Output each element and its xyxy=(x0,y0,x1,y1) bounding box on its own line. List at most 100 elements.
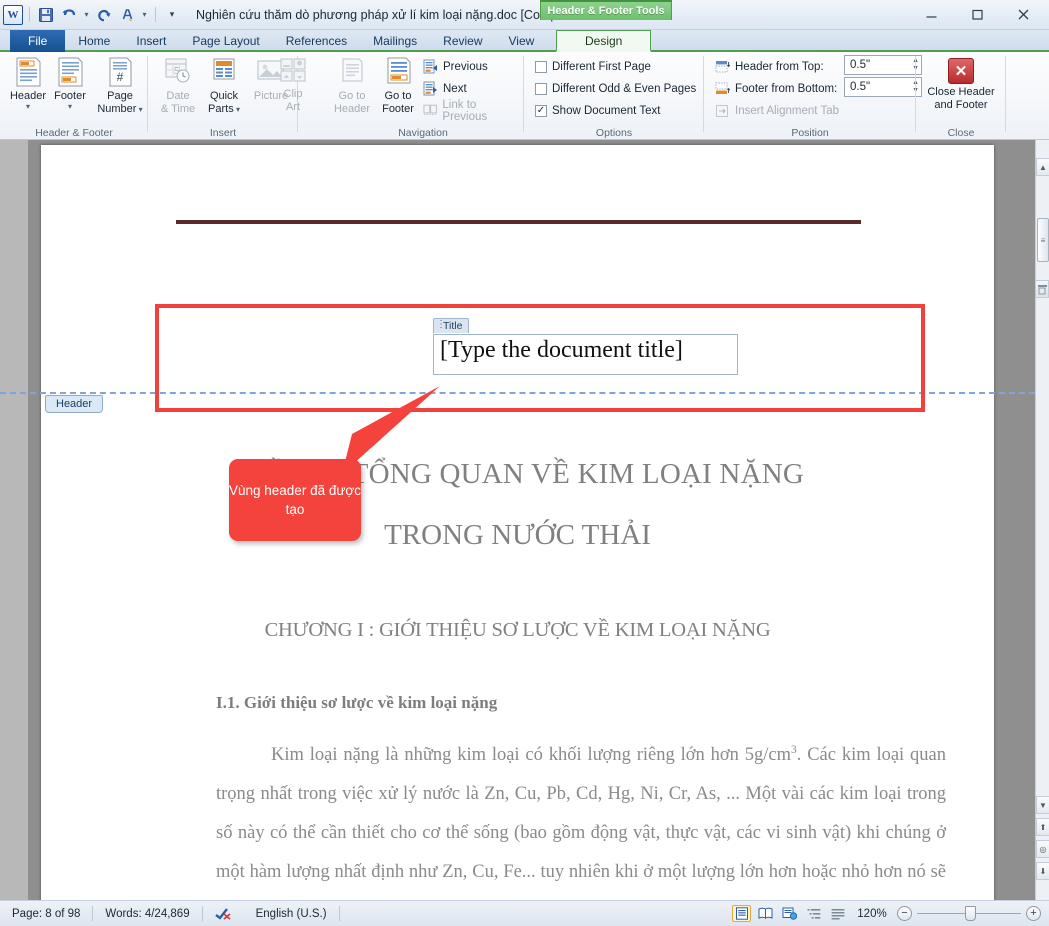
previous-button[interactable]: Previous xyxy=(420,57,491,76)
qat-divider-2 xyxy=(155,7,156,22)
select-browse-object-button[interactable]: ◎ xyxy=(1036,840,1049,858)
customize-qat-icon[interactable]: ▾ xyxy=(162,5,182,25)
document-page[interactable]: Title [Type the document title] PHẦN I :… xyxy=(41,145,994,910)
header-from-top-icon xyxy=(715,60,730,72)
group-label-navigation: Navigation xyxy=(398,127,448,139)
zoom-level-label[interactable]: 120% xyxy=(852,908,892,920)
tab-file[interactable]: File xyxy=(10,30,66,52)
zoom-slider-thumb[interactable] xyxy=(965,906,976,921)
format-painter-icon[interactable] xyxy=(117,5,137,25)
contextual-tab-group-label: Header & Footer Tools xyxy=(540,0,672,20)
header-from-top-row: Header from Top: xyxy=(712,57,827,76)
insert-alignment-tab-label: Insert Alignment Tab xyxy=(735,104,839,117)
tab-references[interactable]: References xyxy=(273,30,360,52)
annotation-callout-text: Vùng header đã được tạo xyxy=(229,483,361,517)
date-time-label-line2: & Time xyxy=(160,102,196,115)
vertical-scrollbar[interactable]: ▲ ≡ ▼ ⬆ ◎ ⬇ xyxy=(1035,140,1049,910)
draft-view-button[interactable] xyxy=(828,905,847,922)
scroll-down-button[interactable]: ▼ xyxy=(1036,796,1049,814)
insert-alignment-tab-button[interactable]: Insert Alignment Tab xyxy=(712,101,842,120)
next-page-button[interactable]: ⬇ xyxy=(1036,862,1049,880)
header-from-top-stepper[interactable]: 0.5" ▲ ▼ xyxy=(844,55,922,75)
tab-home[interactable]: Home xyxy=(65,30,123,52)
print-layout-view-button[interactable] xyxy=(732,905,751,922)
close-label-line1: Close Header xyxy=(927,86,995,98)
page-number-dropdown-icon[interactable]: ▾ xyxy=(136,105,143,114)
status-proofing-errors[interactable] xyxy=(203,905,244,923)
footer-from-bottom-value: 0.5" xyxy=(850,81,871,93)
different-first-page-checkbox[interactable] xyxy=(535,60,547,73)
maximize-button[interactable] xyxy=(955,2,999,26)
show-document-text-option[interactable]: ✓ Show Document Text xyxy=(532,101,663,120)
page-number-label-line1: Page xyxy=(107,90,133,102)
different-first-page-option[interactable]: Different First Page xyxy=(532,57,654,76)
tab-mailings[interactable]: Mailings xyxy=(360,30,430,52)
scroll-up-button[interactable]: ▲ xyxy=(1036,158,1049,176)
web-layout-view-button[interactable] xyxy=(780,905,799,922)
go-to-header-button[interactable]: Go to Header xyxy=(326,56,378,115)
clip-art-button[interactable]: Clip Art xyxy=(267,56,319,113)
quick-parts-button[interactable]: Quick Parts ▾ xyxy=(198,56,250,115)
previous-page-button[interactable]: ⬆ xyxy=(1036,818,1049,836)
go-to-footer-line1: Go to xyxy=(384,90,412,102)
save-icon[interactable] xyxy=(36,5,56,25)
svg-text:#: # xyxy=(117,70,124,84)
clip-art-label-line1: Clip xyxy=(283,88,303,100)
ribbon-group-close: ✕ Close Header and Footer Close xyxy=(916,52,1006,140)
group-separator-6 xyxy=(1005,56,1006,132)
different-first-page-label: Different First Page xyxy=(552,60,651,73)
ribbon-group-insert-clipart: Clip Art xyxy=(265,52,321,140)
undo-dropdown-icon[interactable]: ▾ xyxy=(82,5,91,25)
go-to-footer-line2: Footer xyxy=(382,102,414,115)
quick-parts-dropdown-icon[interactable]: ▾ xyxy=(234,105,240,114)
full-screen-reading-view-button[interactable] xyxy=(756,905,775,922)
tab-insert[interactable]: Insert xyxy=(123,30,179,52)
header-from-top-value: 0.5" xyxy=(850,59,871,71)
tab-view[interactable]: View xyxy=(496,30,548,52)
ribbon-group-position: Header from Top: 0.5" ▲ ▼ Footer fro xyxy=(704,52,922,140)
zoom-in-button[interactable]: + xyxy=(1026,906,1041,921)
insert-alignment-tab-icon xyxy=(716,104,728,117)
date-time-button-label: Date & Time xyxy=(152,90,204,115)
tab-design[interactable]: Design xyxy=(556,30,652,52)
status-bar-right: 120% − + xyxy=(732,905,1041,922)
outline-view-button[interactable] xyxy=(804,905,823,922)
link-to-previous-button[interactable]: Link to Previous xyxy=(420,98,524,123)
show-document-text-checkbox[interactable]: ✓ xyxy=(535,104,547,117)
link-to-previous-icon xyxy=(423,104,437,115)
date-and-time-button[interactable]: 5 Date & Time xyxy=(152,56,204,115)
canvas-left-margin xyxy=(0,140,28,910)
zoom-out-button[interactable]: − xyxy=(897,906,912,921)
page-number-button[interactable]: # Page Number ▾ xyxy=(89,56,151,115)
status-word-count[interactable]: Words: 4/24,869 xyxy=(93,905,201,923)
document-heading-line-1: PHẦN I : TỔNG QUAN VỀ KIM LOẠI NẶNG xyxy=(230,458,804,490)
redo-icon[interactable] xyxy=(94,5,114,25)
split-window-button[interactable] xyxy=(1035,280,1049,298)
status-language[interactable]: English (U.S.) xyxy=(244,905,339,923)
word-app-icon[interactable]: W xyxy=(3,4,23,25)
document-chapter-heading: CHƯƠNG I : GIỚI THIỆU SƠ LƯỢC VỀ KIM LOẠ… xyxy=(264,619,771,641)
quick-parts-label-line2: Parts xyxy=(208,102,234,115)
tab-review[interactable]: Review xyxy=(430,30,495,52)
minimize-button[interactable] xyxy=(909,2,953,26)
format-painter-dropdown-icon[interactable]: ▾ xyxy=(140,5,149,25)
date-time-label-line1: Date xyxy=(166,90,190,102)
close-header-and-footer-button[interactable]: ✕ Close Header and Footer xyxy=(918,58,1004,111)
undo-icon[interactable] xyxy=(59,5,79,25)
link-to-previous-label: Link to Previous xyxy=(442,98,488,123)
different-odd-even-checkbox[interactable] xyxy=(535,82,547,95)
vertical-scroll-thumb[interactable]: ≡ xyxy=(1037,218,1049,262)
close-button[interactable] xyxy=(1001,2,1045,26)
previous-section-icon xyxy=(423,59,437,74)
zoom-slider[interactable] xyxy=(917,906,1021,921)
next-button[interactable]: Next xyxy=(420,79,470,98)
different-odd-even-option[interactable]: Different Odd & Even Pages xyxy=(532,79,699,98)
close-label-line2: and Footer xyxy=(934,98,988,111)
tab-page-layout[interactable]: Page Layout xyxy=(179,30,272,52)
window-controls xyxy=(909,2,1045,26)
document-canvas[interactable]: Title [Type the document title] PHẦN I :… xyxy=(0,140,1035,910)
footer-from-bottom-icon xyxy=(715,82,730,94)
footer-from-bottom-stepper[interactable]: 0.5" ▲ ▼ xyxy=(844,77,922,97)
go-to-footer-button[interactable]: Go to Footer xyxy=(372,56,424,115)
status-page-indicator[interactable]: Page: 8 of 98 xyxy=(0,905,92,923)
